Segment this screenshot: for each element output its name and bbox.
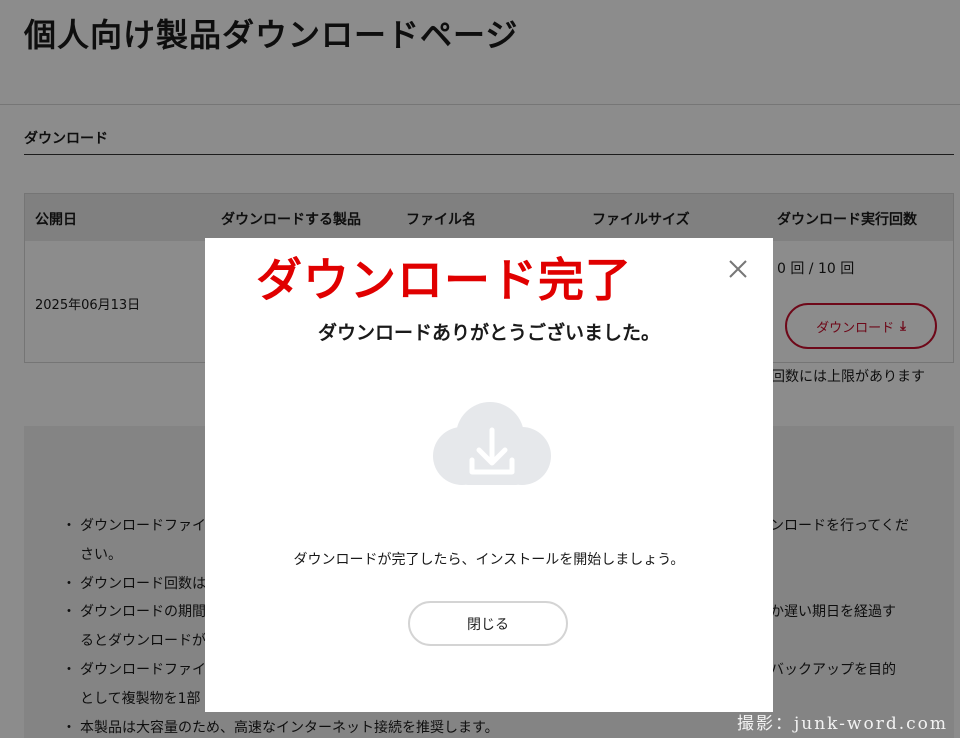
cloud-download-icon: [433, 402, 551, 485]
modal-title: ダウンロード完了: [256, 253, 632, 307]
modal-install-message: ダウンロードが完了したら、インストールを開始しましょう。: [293, 552, 685, 568]
photo-watermark: 撮影：junk-word.com: [737, 714, 948, 734]
close-x-glyph: [729, 260, 747, 278]
close-button-label: 閉じる: [467, 616, 509, 633]
download-complete-modal: ダウンロード完了 ダウンロードありがとうございました。 ダウンロードが完了したら…: [205, 238, 773, 712]
close-button[interactable]: 閉じる: [408, 601, 568, 646]
modal-thanks-message: ダウンロードありがとうございました。: [317, 322, 660, 344]
close-icon[interactable]: [723, 254, 753, 284]
